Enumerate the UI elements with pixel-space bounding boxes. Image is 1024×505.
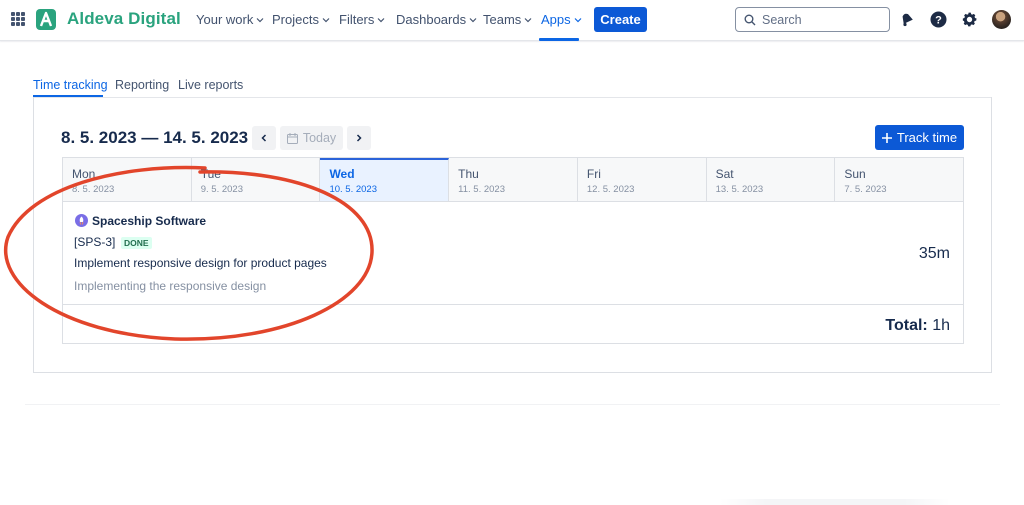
day-name: Sat	[715, 167, 734, 181]
day-column-sat[interactable]: Sat 13. 5. 2023	[706, 158, 836, 201]
nav-teams[interactable]: Teams	[483, 12, 532, 27]
worklog-entry[interactable]: Spaceship Software [SPS-3] DONE Implemen…	[63, 202, 963, 305]
next-week-button[interactable]	[347, 126, 371, 150]
chevron-down-icon	[469, 17, 477, 22]
footer-divider	[25, 404, 1000, 405]
bottom-shadow	[720, 499, 950, 505]
nav-filters[interactable]: Filters	[339, 12, 385, 27]
search-icon	[744, 14, 756, 25]
day-name: Thu	[458, 167, 479, 181]
nav-dashboards[interactable]: Dashboards	[396, 12, 477, 27]
day-date: 10. 5. 2023	[329, 184, 377, 195]
nav-apps[interactable]: Apps	[541, 12, 582, 27]
day-date: 13. 5. 2023	[715, 184, 764, 195]
tab-time-tracking[interactable]: Time tracking	[33, 78, 108, 92]
day-date: 8. 5. 2023	[72, 184, 115, 195]
total-label: Total:	[885, 317, 928, 334]
track-time-label: Track time	[896, 130, 958, 145]
project-name: Spaceship Software	[92, 214, 207, 228]
notifications-icon[interactable]	[898, 10, 916, 28]
day-name: Sun	[844, 167, 866, 181]
chevron-right-icon	[356, 134, 362, 142]
nav-your-work[interactable]: Your work	[196, 12, 264, 27]
day-column-wed[interactable]: Wed 10. 5. 2023	[320, 158, 450, 201]
issue-summary: Implement responsive design for product …	[74, 256, 327, 270]
nav-label: Filters	[339, 12, 375, 27]
week-grid: Mon 8. 5. 2023 Tue 9. 5. 2023 Wed 10. 5.…	[62, 157, 964, 344]
day-column-mon[interactable]: Mon 8. 5. 2023	[63, 158, 192, 201]
avatar[interactable]	[992, 10, 1011, 29]
logo-icon[interactable]	[36, 9, 56, 30]
day-date: 12. 5. 2023	[586, 184, 635, 195]
tab-reporting[interactable]: Reporting	[115, 78, 169, 92]
plus-icon	[881, 132, 892, 143]
chevron-down-icon	[524, 17, 532, 22]
search-field[interactable]	[735, 7, 890, 32]
search-input[interactable]	[762, 12, 882, 27]
total-time: Total: 1h	[885, 317, 950, 335]
chevron-down-icon	[322, 17, 330, 22]
nav-projects[interactable]: Projects	[272, 12, 330, 27]
nav-label: Dashboards	[396, 12, 467, 27]
day-column-fri[interactable]: Fri 12. 5. 2023	[577, 158, 707, 201]
nav-label: Your work	[196, 12, 254, 27]
status-badge: DONE	[121, 237, 152, 249]
app-switcher-icon[interactable]	[11, 12, 25, 26]
app-name[interactable]: Aldeva Digital	[67, 9, 181, 29]
day-name: Mon	[72, 167, 96, 181]
date-range-title: 8. 5. 2023 — 14. 5. 2023	[61, 128, 249, 147]
rocket-icon	[75, 214, 88, 227]
chevron-down-icon	[256, 17, 264, 22]
day-header-row: Mon 8. 5. 2023 Tue 9. 5. 2023 Wed 10. 5.…	[63, 158, 964, 202]
create-button[interactable]: Create	[594, 7, 647, 32]
active-nav-indicator	[539, 38, 579, 41]
nav-label: Teams	[483, 12, 522, 27]
track-time-button[interactable]: Track time	[875, 125, 964, 150]
day-date: 7. 5. 2023	[844, 184, 887, 195]
today-button[interactable]: Today	[280, 126, 343, 150]
help-icon[interactable]: ?	[929, 10, 947, 28]
issue-key[interactable]: [SPS-3]	[74, 235, 115, 249]
day-date: 9. 5. 2023	[200, 184, 243, 195]
nav-label: Apps	[541, 12, 571, 27]
total-value: 1h	[932, 317, 950, 334]
day-column-thu[interactable]: Thu 11. 5. 2023	[449, 158, 578, 201]
day-name: Fri	[586, 167, 601, 181]
day-name: Tue	[200, 167, 221, 181]
chevron-down-icon	[377, 17, 385, 22]
worklog-description: Implementing the responsive design	[74, 279, 267, 293]
worklog-duration: 35m	[918, 245, 950, 262]
chevron-down-icon	[574, 17, 582, 22]
chevron-left-icon	[261, 134, 267, 142]
tab-live-reports[interactable]: Live reports	[178, 78, 243, 92]
day-date: 11. 5. 2023	[458, 184, 505, 195]
nav-label: Projects	[272, 12, 319, 27]
svg-text:?: ?	[935, 14, 942, 26]
settings-icon[interactable]	[960, 10, 978, 28]
top-navigation: Aldeva Digital Your work Projects Filter…	[0, 0, 1024, 41]
day-name: Wed	[329, 167, 355, 181]
previous-week-button[interactable]	[252, 126, 276, 150]
day-column-tue[interactable]: Tue 9. 5. 2023	[191, 158, 321, 201]
today-label: Today	[302, 131, 337, 145]
calendar-icon	[286, 132, 298, 144]
day-column-sun[interactable]: Sun 7. 5. 2023	[835, 158, 964, 201]
